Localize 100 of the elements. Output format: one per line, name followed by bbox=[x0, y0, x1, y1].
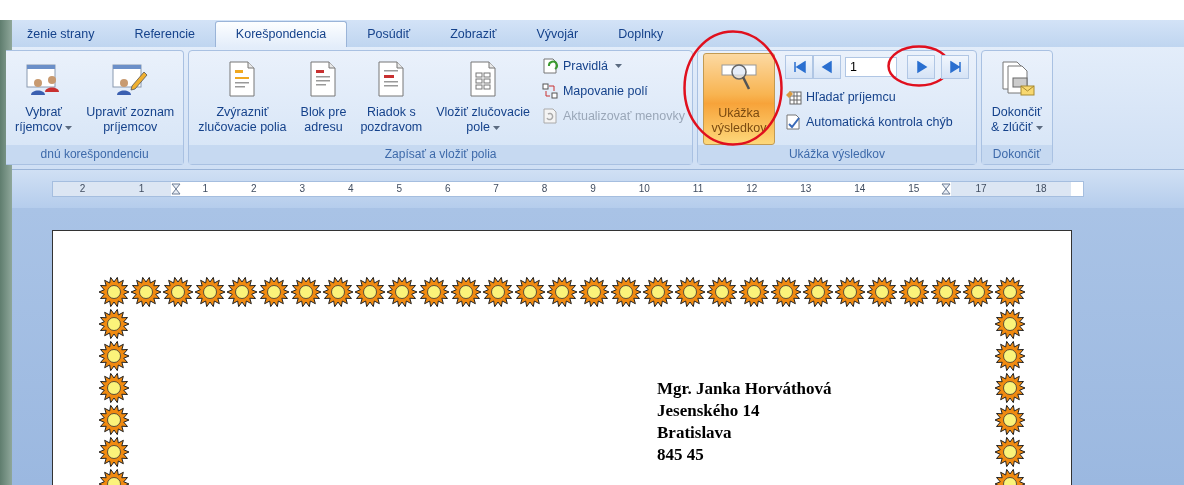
ribbon-button[interactable]: Blok pre adresu bbox=[294, 53, 353, 145]
ruler-number: 1 bbox=[138, 183, 145, 195]
check-errors-icon bbox=[785, 113, 802, 131]
ruler-number: 2 bbox=[79, 183, 86, 195]
sun-icon bbox=[354, 276, 386, 308]
sun-icon bbox=[962, 276, 994, 308]
sun-icon bbox=[194, 276, 226, 308]
ruler-number: 15 bbox=[908, 183, 920, 195]
navigation-button[interactable] bbox=[907, 55, 935, 79]
preview-results-button[interactable]: Ukážka výsledkov bbox=[703, 53, 775, 145]
sun-icon bbox=[258, 276, 290, 308]
sun-icon bbox=[98, 276, 130, 308]
address-line: Bratislava bbox=[657, 422, 733, 444]
sun-icon bbox=[994, 372, 1026, 404]
ribbon-tab[interactable]: ženie strany bbox=[7, 22, 115, 47]
sun-icon bbox=[130, 276, 162, 308]
ribbon-tab[interactable]: Korešpondencia bbox=[214, 21, 348, 47]
sun-icon bbox=[610, 276, 642, 308]
sun-icon bbox=[98, 308, 130, 340]
sun-icon bbox=[994, 308, 1026, 340]
ruler-number: 10 bbox=[638, 183, 650, 195]
ribbon-tab[interactable]: Vývojár bbox=[516, 22, 599, 47]
sun-icon bbox=[162, 276, 194, 308]
ribbon-button[interactable]: Automatická kontrola chýb bbox=[785, 111, 969, 133]
ruler-number: 17 bbox=[975, 183, 987, 195]
sun-icon bbox=[866, 276, 898, 308]
sun-icon bbox=[450, 276, 482, 308]
sun-icon bbox=[994, 404, 1026, 436]
ruler-number: 1 bbox=[202, 183, 208, 195]
document-icon bbox=[228, 61, 257, 97]
address-line: Jesenského 14 bbox=[657, 400, 761, 422]
sun-icon bbox=[226, 276, 258, 308]
group-label: dnú korešpondenciu bbox=[6, 145, 184, 164]
ruler-number: 11 bbox=[692, 183, 704, 195]
ruler-number: 3 bbox=[299, 183, 305, 195]
navigation-button[interactable] bbox=[813, 55, 841, 79]
ribbon-tab[interactable]: Zobraziť bbox=[430, 22, 517, 47]
ruler-number: 7 bbox=[493, 183, 499, 195]
ruler-number: 5 bbox=[396, 183, 402, 195]
sun-icon bbox=[738, 276, 770, 308]
ribbon-button[interactable]: Mapovanie polí bbox=[541, 80, 685, 102]
sun-icon bbox=[770, 276, 802, 308]
first-record-icon bbox=[791, 59, 807, 75]
sun-icon bbox=[386, 276, 418, 308]
ribbon-button[interactable]: Vybrať ríjemcov bbox=[9, 53, 79, 145]
refresh-document-icon bbox=[541, 107, 559, 125]
ribbon-tab[interactable]: Referencie bbox=[114, 22, 215, 47]
sun-icon bbox=[98, 372, 130, 404]
previous-icon bbox=[819, 59, 835, 75]
sun-icon bbox=[418, 276, 450, 308]
group-label: Ukážka výsledkov bbox=[698, 145, 976, 164]
ribbon-button[interactable]: Zvýrazniť zlučovacie polia bbox=[192, 53, 293, 145]
record-number-field[interactable]: 1 bbox=[845, 57, 897, 77]
sun-icon bbox=[98, 340, 130, 372]
sun-icon bbox=[706, 276, 738, 308]
last-record-icon bbox=[947, 59, 963, 75]
ribbon-tab[interactable]: Doplnky bbox=[598, 22, 684, 47]
document-icon bbox=[377, 61, 406, 97]
sun-icon bbox=[674, 276, 706, 308]
sun-icon bbox=[578, 276, 610, 308]
ruler-number: 18 bbox=[1035, 183, 1047, 195]
ruler-number: 6 bbox=[444, 183, 451, 195]
ruler-number: 4 bbox=[347, 183, 354, 195]
ruler-number: 14 bbox=[854, 183, 866, 195]
address-line: 845 45 bbox=[657, 444, 705, 466]
edit-contacts-icon bbox=[112, 62, 149, 96]
document-icon bbox=[469, 61, 498, 97]
sun-icon bbox=[514, 276, 546, 308]
sun-icon bbox=[834, 276, 866, 308]
ribbon-button[interactable]: Upraviť zoznam príjemcov bbox=[80, 53, 181, 145]
ruler-number: 13 bbox=[800, 183, 812, 195]
address-line: Mgr. Janka Horváthová bbox=[657, 378, 833, 400]
sun-icon bbox=[930, 276, 962, 308]
contacts-icon bbox=[25, 62, 62, 96]
ruler-number: 2 bbox=[250, 183, 257, 195]
ruler-number: 9 bbox=[590, 183, 596, 195]
sun-icon bbox=[98, 404, 130, 436]
group-label: Dokončiť bbox=[982, 145, 1052, 164]
rules-icon bbox=[541, 57, 559, 75]
sun-icon bbox=[994, 340, 1026, 372]
sun-icon bbox=[322, 276, 354, 308]
ribbon-button[interactable]: Hľadať príjemcu bbox=[785, 86, 969, 108]
sun-icon bbox=[546, 276, 578, 308]
ribbon-button[interactable]: Vložiť zlučovacie pole bbox=[430, 53, 536, 145]
ribbon-button[interactable]: Dokončiť & zlúčiť bbox=[985, 53, 1049, 145]
ribbon-button[interactable]: Pravidlá bbox=[541, 55, 685, 77]
group-label: Zapísať a vložiť polia bbox=[189, 145, 692, 164]
sun-icon bbox=[994, 276, 1026, 308]
field-mapping-icon bbox=[541, 82, 559, 100]
navigation-button[interactable] bbox=[785, 55, 813, 79]
sun-icon bbox=[290, 276, 322, 308]
ruler-number: 8 bbox=[541, 183, 548, 195]
ribbon-button[interactable]: Riadok s pozdravom bbox=[354, 53, 429, 145]
sun-icon bbox=[802, 276, 834, 308]
ruler-number: 12 bbox=[746, 183, 758, 195]
sun-icon bbox=[642, 276, 674, 308]
navigation-button[interactable] bbox=[941, 55, 969, 79]
ribbon-tab[interactable]: Posúdiť bbox=[347, 22, 431, 47]
sun-icon bbox=[482, 276, 514, 308]
find-recipient-icon bbox=[785, 88, 802, 106]
